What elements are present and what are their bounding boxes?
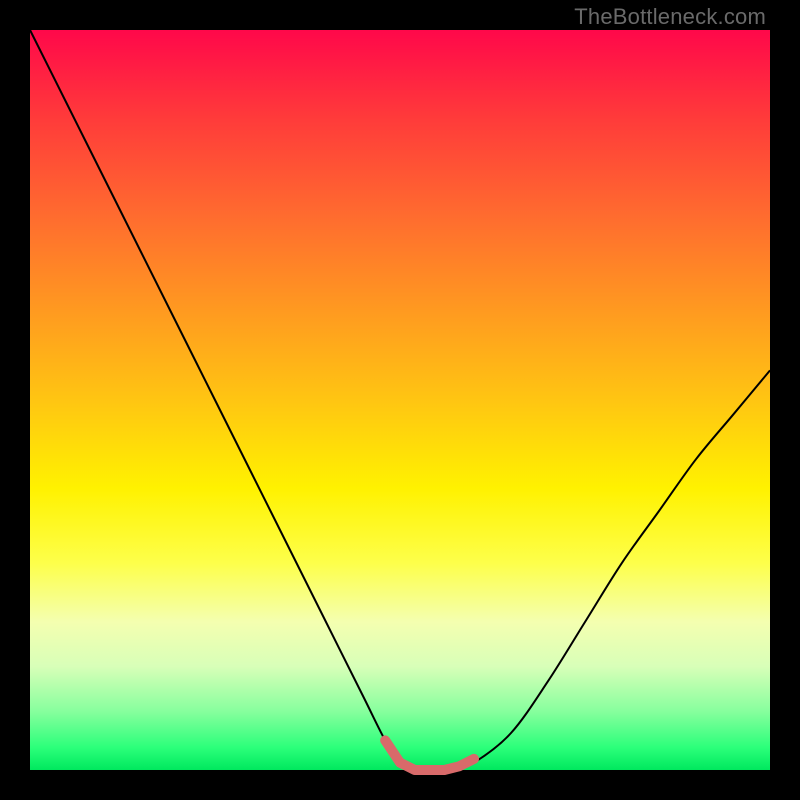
bottleneck-curve-line (30, 30, 770, 771)
watermark-text: TheBottleneck.com (574, 4, 766, 30)
optimal-range-highlight (385, 740, 474, 770)
bottleneck-chart (30, 30, 770, 770)
